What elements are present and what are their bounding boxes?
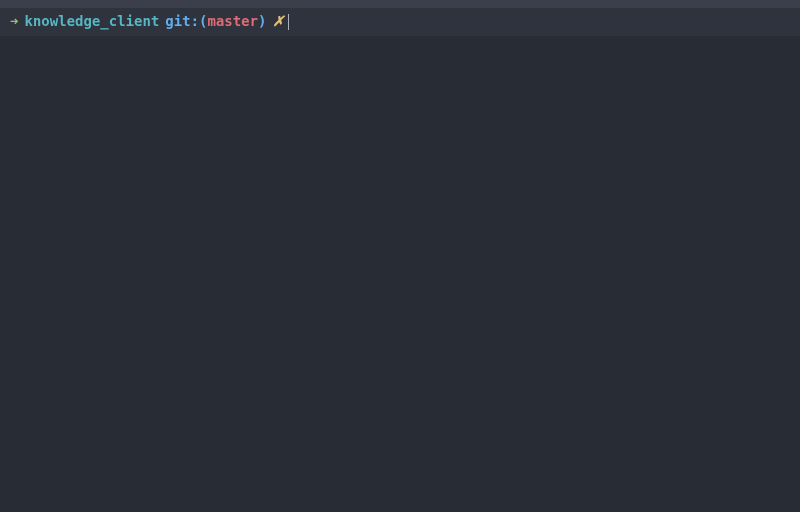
shell-prompt-line[interactable]: ➜ knowledge_client git: ( master ) ✗ [0, 9, 800, 36]
git-paren-open: ( [199, 12, 207, 32]
window-titlebar [0, 0, 800, 9]
prompt-arrow-icon: ➜ [10, 12, 18, 32]
git-paren-close: ) [258, 12, 266, 32]
git-label: git: [165, 12, 199, 32]
cwd: knowledge_client [24, 12, 159, 32]
terminal-window: ➜ knowledge_client git: ( master ) ✗ [0, 0, 800, 512]
git-dirty-icon: ✗ [272, 12, 284, 32]
text-cursor[interactable] [288, 14, 289, 30]
git-branch: master [207, 12, 258, 32]
